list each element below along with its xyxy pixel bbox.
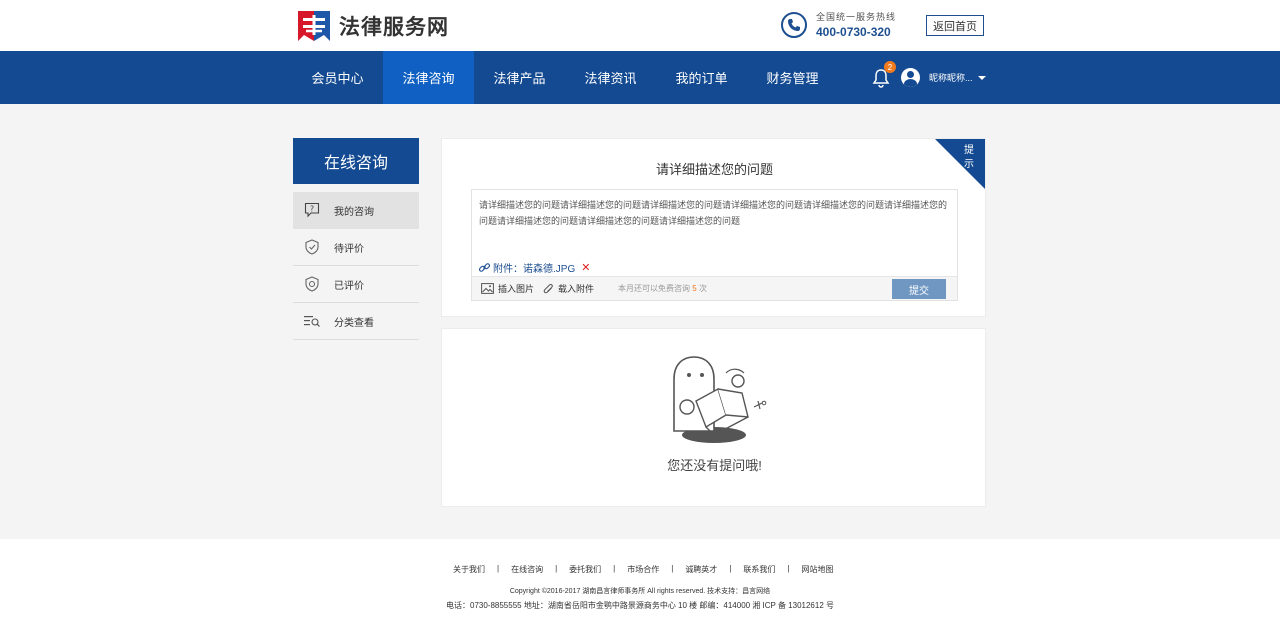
user-name: 昵称昵称... bbox=[929, 73, 973, 83]
top-header: 法律服务网 全国统一服务热线 400-0730-320 返回首页 bbox=[0, 0, 1280, 51]
copyright-text: Copyright ©2016-2017 湖南昌言律师事务所 All right… bbox=[509, 588, 771, 595]
footer-link-about[interactable]: 关于我们 bbox=[453, 564, 485, 575]
logo-mark-icon bbox=[298, 11, 330, 41]
question-editor[interactable]: 请详细描述您的问题请详细描述您的问题请详细描述您的问题请详细描述您的问题请详细描… bbox=[471, 189, 958, 301]
site-logo[interactable]: 法律服务网 bbox=[298, 11, 449, 41]
footer-link-contact[interactable]: 联系我们 bbox=[743, 564, 775, 575]
footer-link-market[interactable]: 市场合作 bbox=[627, 564, 659, 575]
image-icon bbox=[481, 283, 494, 294]
nav-item-finance[interactable]: 财务管理 bbox=[747, 51, 838, 104]
paperclip-icon bbox=[543, 283, 553, 293]
attachment: 附件： 诺森德.JPG ✕ bbox=[478, 260, 590, 275]
quota-count: 5 bbox=[692, 284, 697, 293]
footer-link-careers[interactable]: 诚聘英才 bbox=[685, 564, 717, 575]
sidebar-title: 在线咨询 bbox=[293, 138, 419, 184]
insert-image-button[interactable]: 插入图片 bbox=[481, 282, 534, 295]
sidebar-item-label: 待评价 bbox=[334, 243, 364, 255]
attachment-label: 附件： bbox=[493, 264, 523, 275]
list-search-icon bbox=[303, 313, 321, 329]
question-card: 请详细描述您的问题 提示 请详细描述您的问题请详细描述您的问题请详细描述您的问题… bbox=[441, 138, 986, 317]
insert-image-label: 插入图片 bbox=[498, 284, 535, 294]
hotline: 全国统一服务热线 400-0730-320 bbox=[781, 10, 896, 39]
empty-message: 您还没有提问哦! bbox=[667, 458, 762, 473]
footer-separator: | bbox=[555, 564, 558, 573]
nav-item-legal-consult[interactable]: 法律咨询 bbox=[383, 51, 474, 104]
nav-item-member-center[interactable]: 会员中心 bbox=[292, 51, 383, 104]
sidebar-item-category[interactable]: 分类查看 bbox=[293, 303, 419, 340]
address-text: 电话：0730-8855555 地址：湖南省岳阳市金鹗中路景源商务中心 10 楼… bbox=[446, 601, 834, 610]
submit-button[interactable]: 提交 bbox=[892, 279, 946, 299]
user-menu[interactable]: 昵称昵称... bbox=[901, 68, 986, 87]
shield-check-icon bbox=[303, 276, 321, 292]
attachment-name[interactable]: 诺森德.JPG bbox=[523, 260, 575, 275]
question-title: 请详细描述您的问题 bbox=[655, 162, 773, 177]
avatar-icon bbox=[901, 68, 920, 87]
footer-separator: | bbox=[497, 564, 500, 573]
footer-link-entrust[interactable]: 委托我们 bbox=[569, 564, 601, 575]
notification-badge: 2 bbox=[884, 61, 896, 73]
question-bubble-icon: ? bbox=[303, 202, 321, 218]
svg-text:?: ? bbox=[310, 205, 314, 214]
empty-state-card: 您还没有提问哦! bbox=[441, 328, 986, 507]
chevron-down-icon bbox=[977, 75, 986, 80]
footer-links: 关于我们 | 在线咨询 | 委托我们 | 市场合作 | 诚聘英才 | 联系我们 … bbox=[453, 564, 833, 575]
main-nav: 会员中心 法律咨询 法律产品 法律资讯 我的订单 财务管理 bbox=[0, 51, 1280, 104]
shield-pending-icon bbox=[303, 239, 321, 255]
sidebar-item-reviewed[interactable]: 已评价 bbox=[293, 266, 419, 303]
phone-icon bbox=[781, 11, 807, 38]
hotline-label: 全国统一服务热线 bbox=[816, 12, 897, 22]
sidebar-menu: ? 我的咨询 待评价 已评价 分类查看 bbox=[293, 192, 419, 340]
footer-separator: | bbox=[729, 564, 732, 573]
sidebar-item-label: 分类查看 bbox=[334, 317, 374, 329]
nav-item-my-orders[interactable]: 我的订单 bbox=[656, 51, 747, 104]
question-textarea[interactable]: 请详细描述您的问题请详细描述您的问题请详细描述您的问题请详细描述您的问题请详细描… bbox=[479, 197, 951, 229]
footer: 关于我们 | 在线咨询 | 委托我们 | 市场合作 | 诚聘英才 | 联系我们 … bbox=[0, 539, 1280, 628]
editor-toolbar: 插入图片 载入附件 本月还可以免费咨询 5 次 提交 bbox=[472, 276, 957, 300]
return-home-button[interactable]: 返回首页 bbox=[926, 15, 984, 36]
quota-text: 本月还可以免费咨询 5 次 bbox=[618, 284, 707, 293]
sidebar-item-label: 已评价 bbox=[334, 280, 364, 292]
sidebar-item-pending-review[interactable]: 待评价 bbox=[293, 229, 419, 266]
ghost-illustration-icon bbox=[666, 353, 776, 454]
footer-separator: | bbox=[671, 564, 674, 573]
close-icon[interactable]: ✕ bbox=[581, 261, 590, 274]
load-attachment-button[interactable]: 载入附件 bbox=[543, 282, 594, 295]
load-attachment-label: 载入附件 bbox=[558, 284, 595, 294]
sidebar-item-my-consult[interactable]: ? 我的咨询 bbox=[293, 192, 419, 229]
footer-separator: | bbox=[787, 564, 790, 573]
hotline-number: 400-0730-320 bbox=[816, 25, 891, 39]
link-icon bbox=[478, 263, 491, 272]
sidebar-item-label: 我的咨询 bbox=[334, 206, 374, 218]
nav-item-legal-news[interactable]: 法律资讯 bbox=[565, 51, 656, 104]
footer-link-consult[interactable]: 在线咨询 bbox=[511, 564, 543, 575]
logo-text: 法律服务网 bbox=[339, 16, 449, 39]
nav-item-legal-products[interactable]: 法律产品 bbox=[474, 51, 565, 104]
tip-label[interactable]: 提示 bbox=[960, 144, 978, 172]
footer-link-sitemap[interactable]: 网站地图 bbox=[801, 564, 833, 575]
footer-separator: | bbox=[613, 564, 616, 573]
